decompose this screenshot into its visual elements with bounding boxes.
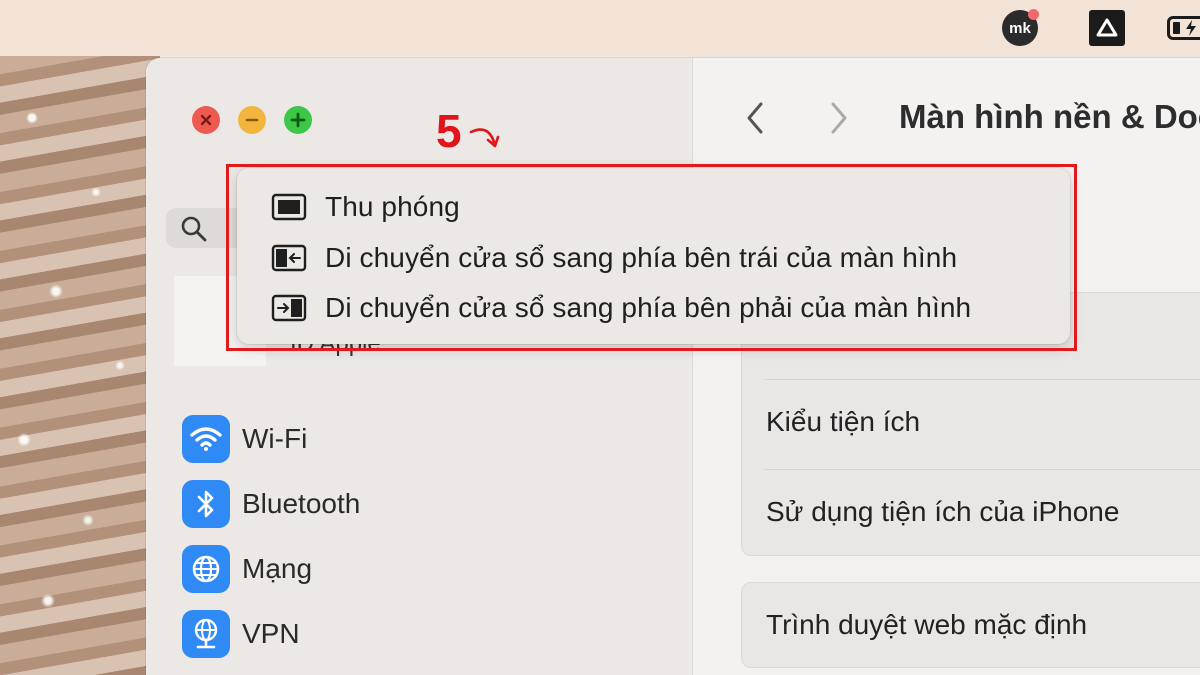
sidebar-item-label: Mạng (242, 553, 313, 584)
battery-charging-icon[interactable] (1160, 10, 1200, 46)
drive-icon[interactable] (1087, 10, 1127, 46)
plus-icon (290, 112, 306, 128)
sidebar-item-label: Wi-Fi (242, 423, 308, 454)
page-title: Màn hình nền & Dock (899, 98, 1200, 135)
wifi-icon (182, 415, 230, 463)
chevron-left-icon (747, 102, 763, 134)
maximize-button[interactable] (284, 106, 312, 134)
mk-app-label: mk (1009, 19, 1031, 37)
step-number: 5 (436, 105, 462, 157)
widget-style-row[interactable]: Kiểu tiện ích (766, 406, 920, 438)
default-browser-row[interactable]: Trình duyệt web mặc định (766, 609, 1087, 641)
iphone-widgets-row[interactable]: Sử dụng tiện ích của iPhone (766, 496, 1119, 528)
sidebar-item-vpn[interactable]: VPN (182, 610, 300, 658)
sidebar-item-wifi[interactable]: Wi-Fi (182, 415, 307, 463)
sidebar-item-label: VPN (242, 618, 300, 649)
forward-button[interactable] (819, 98, 859, 138)
default-browser-card: Trình duyệt web mặc định (741, 582, 1200, 668)
sidebar-item-bluetooth[interactable]: Bluetooth (182, 480, 360, 528)
divider (764, 379, 1200, 380)
minimize-icon (245, 118, 259, 122)
sidebar-item-network[interactable]: Mạng (182, 545, 312, 593)
mk-app-icon[interactable]: mk (1000, 9, 1040, 46)
minimize-button[interactable] (238, 106, 266, 134)
desktop-wallpaper (0, 56, 160, 675)
sidebar: ID Apple Wi-Fi Bluetooth (146, 58, 692, 675)
content-pane: Màn hình nền & Dock Kiểu tiện ích Sử dụn… (692, 58, 1200, 675)
back-button[interactable] (735, 98, 775, 138)
curved-arrow-icon (469, 128, 500, 148)
bluetooth-icon (182, 480, 230, 528)
network-globe-icon (182, 545, 230, 593)
vpn-globe-icon (182, 610, 230, 658)
menu-bar: mk (0, 0, 1200, 56)
divider (764, 469, 1200, 470)
close-button[interactable] (192, 106, 220, 134)
chevron-right-icon (831, 102, 847, 134)
sidebar-item-label: Bluetooth (242, 488, 361, 519)
highlight-box (226, 164, 1077, 351)
search-icon (181, 216, 207, 242)
close-icon (200, 114, 212, 126)
